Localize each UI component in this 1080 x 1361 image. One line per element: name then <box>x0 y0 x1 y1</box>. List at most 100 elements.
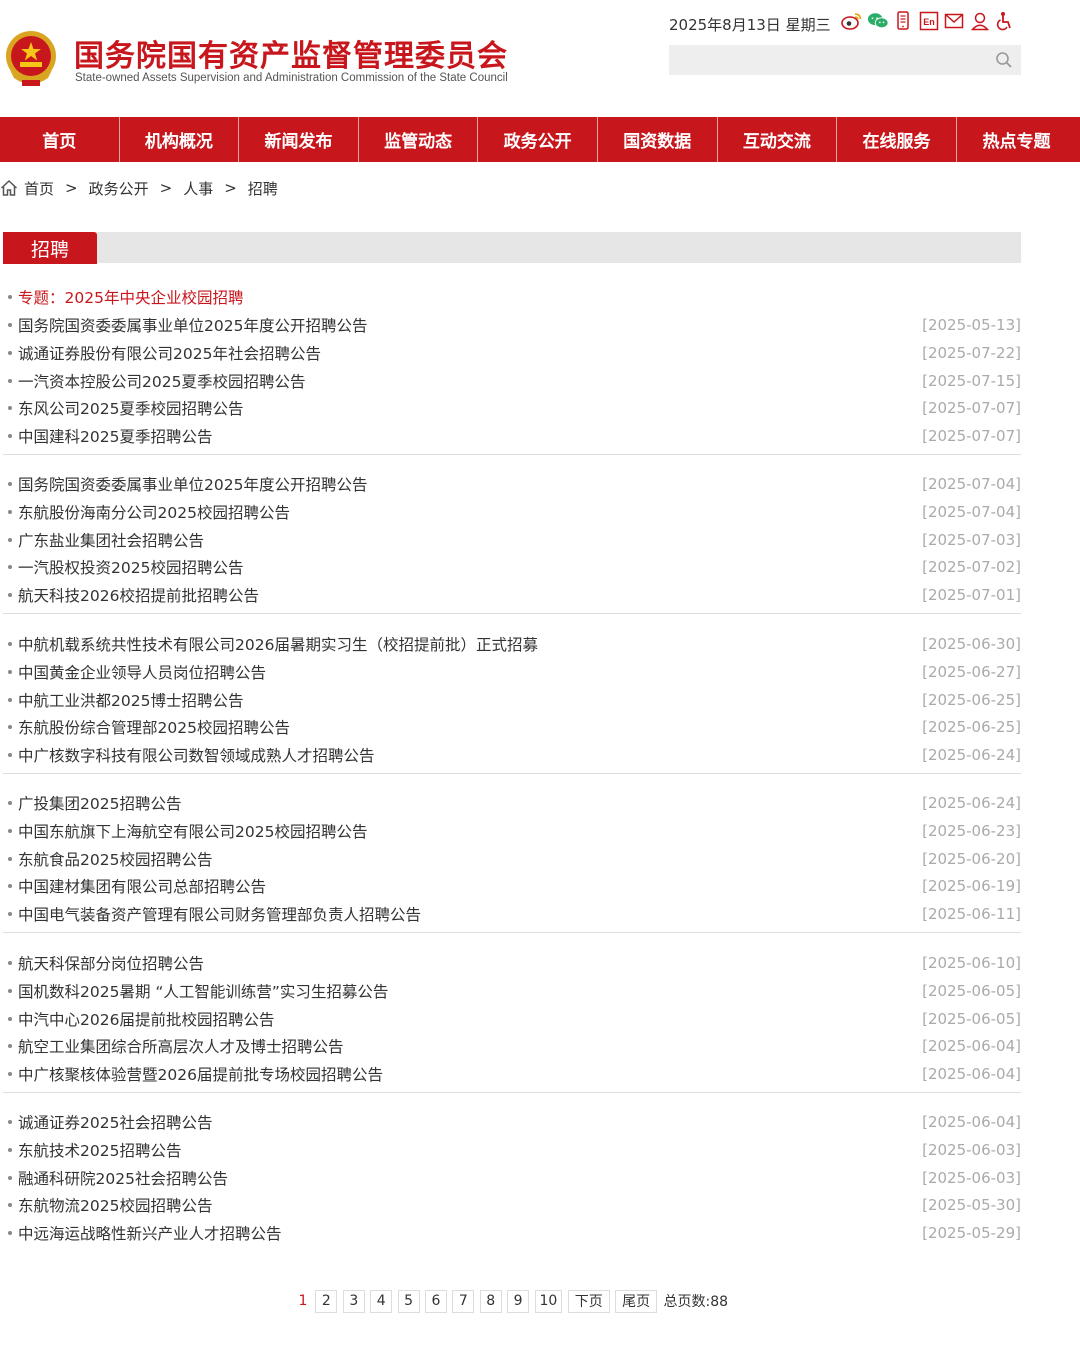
page-link[interactable]: 9 <box>507 1289 530 1313</box>
list-item-title[interactable]: 东航股份综合管理部2025校园招聘公告 <box>18 716 290 738</box>
mobile-icon[interactable] <box>892 10 914 32</box>
list-item[interactable]: 融通科研院2025社会招聘公告 [2025-06-03] <box>5 1164 1021 1192</box>
bullet-icon <box>8 1203 12 1208</box>
user-icon[interactable] <box>969 10 991 32</box>
list-item-title[interactable]: 中航工业洪都2025博士招聘公告 <box>18 689 243 711</box>
list-item-title[interactable]: 诚通证券2025社会招聘公告 <box>18 1111 212 1133</box>
mail-icon[interactable] <box>943 10 965 32</box>
featured-topic-item[interactable]: 专题：2025年中央企业校园招聘 <box>5 283 1021 311</box>
list-item[interactable]: 航空工业集团综合所高层次人才及博士招聘公告 [2025-06-04] <box>5 1032 1021 1060</box>
nav-item-supervision[interactable]: 监管动态 <box>359 117 479 162</box>
list-item[interactable]: 东航股份海南分公司2025校园招聘公告 [2025-07-04] <box>5 498 1021 526</box>
weibo-icon[interactable] <box>841 10 863 32</box>
list-item-title[interactable]: 广投集团2025招聘公告 <box>18 792 181 814</box>
breadcrumb-personnel[interactable]: 人事 <box>183 178 213 199</box>
page-link[interactable]: 10 <box>534 1289 563 1313</box>
last-page-button[interactable]: 尾页 <box>615 1289 658 1313</box>
list-item-title[interactable]: 国机数科2025暑期 “人工智能训练营”实习生招募公告 <box>18 980 388 1002</box>
list-item[interactable]: 中国建材集团有限公司总部招聘公告 [2025-06-19] <box>5 872 1021 900</box>
wechat-icon[interactable] <box>867 10 889 32</box>
list-item[interactable]: 东风公司2025夏季校园招聘公告 [2025-07-07] <box>5 394 1021 422</box>
breadcrumb-home[interactable]: 首页 <box>24 178 54 199</box>
list-item[interactable]: 东航股份综合管理部2025校园招聘公告 [2025-06-25] <box>5 713 1021 741</box>
breadcrumb-recruitment[interactable]: 招聘 <box>248 178 278 199</box>
page-link[interactable]: 5 <box>397 1289 420 1313</box>
featured-topic-link[interactable]: 专题：2025年中央企业校园招聘 <box>18 286 243 308</box>
list-item[interactable]: 中国建科2025夏季招聘公告 [2025-07-07] <box>5 422 1021 450</box>
list-item[interactable]: 中广核聚核体验营暨2026届提前批专场校园招聘公告 [2025-06-04] <box>5 1060 1021 1088</box>
list-item-title[interactable]: 中航机载系统共性技术有限公司2026届暑期实习生（校招提前批）正式招募 <box>18 633 538 655</box>
list-item-title[interactable]: 一汽股权投资2025校园招聘公告 <box>18 556 243 578</box>
nav-item-home[interactable]: 首页 <box>0 117 120 162</box>
bullet-icon <box>8 912 12 917</box>
list-item-title[interactable]: 航天科技2026校招提前批招聘公告 <box>18 584 259 606</box>
nav-item-gov-affairs[interactable]: 政务公开 <box>478 117 598 162</box>
list-item-title[interactable]: 中国电气装备资产管理有限公司财务管理部负责人招聘公告 <box>18 903 421 925</box>
list-item-title[interactable]: 一汽资本控股公司2025夏季校园招聘公告 <box>18 370 305 392</box>
list-item[interactable]: 中广核数字科技有限公司数智领域成熟人才招聘公告 [2025-06-24] <box>5 741 1021 769</box>
list-item-title[interactable]: 广东盐业集团社会招聘公告 <box>18 529 204 551</box>
list-item-title[interactable]: 东航食品2025校园招聘公告 <box>18 848 212 870</box>
list-item[interactable]: 东航物流2025校园招聘公告 [2025-05-30] <box>5 1191 1021 1219</box>
list-item[interactable]: 中国电气装备资产管理有限公司财务管理部负责人招聘公告 [2025-06-11] <box>5 900 1021 928</box>
list-item[interactable]: 中远海运战略性新兴产业人才招聘公告 [2025-05-29] <box>5 1219 1021 1247</box>
list-item[interactable]: 中国黄金企业领导人员岗位招聘公告 [2025-06-27] <box>5 658 1021 686</box>
page-link[interactable]: 2 <box>315 1289 338 1313</box>
list-item-title[interactable]: 中国建材集团有限公司总部招聘公告 <box>18 875 266 897</box>
list-item-title[interactable]: 中国黄金企业领导人员岗位招聘公告 <box>18 661 266 683</box>
list-item[interactable]: 中国东航旗下上海航空有限公司2025校园招聘公告 [2025-06-23] <box>5 817 1021 845</box>
nav-item-news[interactable]: 新闻发布 <box>239 117 359 162</box>
list-item-title[interactable]: 中广核聚核体验营暨2026届提前批专场校园招聘公告 <box>18 1063 383 1085</box>
page-link[interactable]: 6 <box>424 1289 447 1313</box>
list-item[interactable]: 国务院国资委委属事业单位2025年度公开招聘公告 [2025-07-04] <box>5 470 1021 498</box>
list-item-title[interactable]: 东航技术2025招聘公告 <box>18 1139 181 1161</box>
breadcrumb-gov-affairs[interactable]: 政务公开 <box>89 178 149 199</box>
list-item-title[interactable]: 东航物流2025校园招聘公告 <box>18 1194 212 1216</box>
list-item[interactable]: 中航工业洪都2025博士招聘公告 [2025-06-25] <box>5 686 1021 714</box>
list-item[interactable]: 东航技术2025招聘公告 [2025-06-03] <box>5 1136 1021 1164</box>
list-item[interactable]: 诚通证券股份有限公司2025年社会招聘公告 [2025-07-22] <box>5 339 1021 367</box>
list-item[interactable]: 东航食品2025校园招聘公告 [2025-06-20] <box>5 845 1021 873</box>
list-item-title[interactable]: 中国建科2025夏季招聘公告 <box>18 425 212 447</box>
english-icon[interactable]: En <box>918 10 940 32</box>
list-item[interactable]: 中汽中心2026届提前批校园招聘公告 [2025-06-05] <box>5 1005 1021 1033</box>
list-item-title[interactable]: 航空工业集团综合所高层次人才及博士招聘公告 <box>18 1035 344 1057</box>
list-item[interactable]: 国机数科2025暑期 “人工智能训练营”实习生招募公告 [2025-06-05] <box>5 977 1021 1005</box>
list-item-title[interactable]: 融通科研院2025社会招聘公告 <box>18 1167 228 1189</box>
list-item[interactable]: 一汽股权投资2025校园招聘公告 [2025-07-02] <box>5 553 1021 581</box>
list-item-title[interactable]: 诚通证券股份有限公司2025年社会招聘公告 <box>18 342 321 364</box>
page-link[interactable]: 8 <box>479 1289 502 1313</box>
list-item[interactable]: 广东盐业集团社会招聘公告 [2025-07-03] <box>5 526 1021 554</box>
list-item[interactable]: 一汽资本控股公司2025夏季校园招聘公告 [2025-07-15] <box>5 367 1021 395</box>
list-item-title[interactable]: 航天科保部分岗位招聘公告 <box>18 952 204 974</box>
page-link[interactable]: 4 <box>370 1289 393 1313</box>
list-item-title[interactable]: 东航股份海南分公司2025校园招聘公告 <box>18 501 290 523</box>
list-item-title[interactable]: 东风公司2025夏季校园招聘公告 <box>18 397 243 419</box>
list-item[interactable]: 中航机载系统共性技术有限公司2026届暑期实习生（校招提前批）正式招募 [2025… <box>5 630 1021 658</box>
nav-item-interaction[interactable]: 互动交流 <box>718 117 838 162</box>
list-item[interactable]: 航天科保部分岗位招聘公告 [2025-06-10] <box>5 949 1021 977</box>
national-emblem-icon[interactable] <box>4 30 58 88</box>
list-item-title[interactable]: 中汽中心2026届提前批校园招聘公告 <box>18 1008 274 1030</box>
list-item-title[interactable]: 中国东航旗下上海航空有限公司2025校园招聘公告 <box>18 820 367 842</box>
search-icon[interactable] <box>995 51 1013 69</box>
search-input[interactable] <box>669 45 979 75</box>
list-item[interactable]: 国务院国资委委属事业单位2025年度公开招聘公告 [2025-05-13] <box>5 311 1021 339</box>
site-title[interactable]: 国务院国有资产监督管理委员会 <box>74 31 508 75</box>
nav-item-organization[interactable]: 机构概况 <box>120 117 240 162</box>
nav-item-services[interactable]: 在线服务 <box>837 117 957 162</box>
list-item[interactable]: 诚通证券2025社会招聘公告 [2025-06-04] <box>5 1108 1021 1136</box>
list-item-title[interactable]: 中远海运战略性新兴产业人才招聘公告 <box>18 1222 282 1244</box>
list-item-title[interactable]: 国务院国资委委属事业单位2025年度公开招聘公告 <box>18 314 367 336</box>
nav-item-data[interactable]: 国资数据 <box>598 117 718 162</box>
list-item-title[interactable]: 国务院国资委委属事业单位2025年度公开招聘公告 <box>18 473 367 495</box>
page-link[interactable]: 7 <box>452 1289 475 1313</box>
page-link[interactable]: 3 <box>342 1289 365 1313</box>
next-page-button[interactable]: 下页 <box>567 1289 610 1313</box>
accessibility-icon[interactable] <box>994 10 1016 32</box>
nav-item-topics[interactable]: 热点专题 <box>957 117 1077 162</box>
list-item[interactable]: 航天科技2026校招提前批招聘公告 [2025-07-01] <box>5 581 1021 609</box>
list-item[interactable]: 广投集团2025招聘公告 [2025-06-24] <box>5 789 1021 817</box>
list-item-title[interactable]: 中广核数字科技有限公司数智领域成熟人才招聘公告 <box>18 744 375 766</box>
page-current[interactable]: 1 <box>296 1290 310 1313</box>
